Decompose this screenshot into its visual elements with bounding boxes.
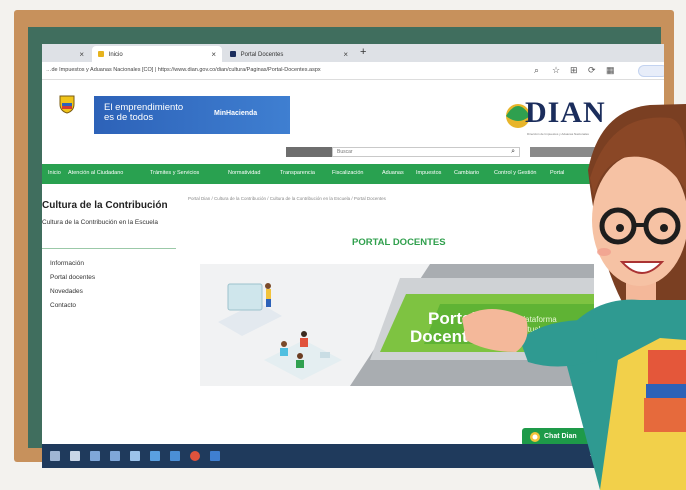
illustration-stage: × Inicio × Portal Docentes × + …de Impue… xyxy=(0,0,686,490)
government-banner[interactable]: El emprendimiento es de todos MinHaciend… xyxy=(94,96,290,134)
extension-icon[interactable]: ⊞ xyxy=(570,65,578,76)
search-icon[interactable] xyxy=(70,451,80,461)
sidebar-item-informacion[interactable]: Información xyxy=(50,260,84,267)
ministry-label: MinHacienda xyxy=(214,110,258,117)
banner-text-docentes: Docentes xyxy=(410,327,487,346)
store-icon[interactable] xyxy=(130,451,140,461)
profile-button[interactable] xyxy=(638,65,664,77)
search-icon[interactable]: ⌕ xyxy=(511,148,515,156)
close-tab-icon[interactable]: × xyxy=(343,50,348,59)
sidebar-title: Cultura de la Contribución xyxy=(42,200,168,211)
sidebar-item-contacto[interactable]: Contacto xyxy=(50,302,76,309)
favicon-icon xyxy=(98,51,104,57)
page-title: PORTAL DOCENTES xyxy=(352,237,446,248)
banner-line-2: es de todos xyxy=(104,112,154,123)
sidebar: Cultura de la Contribución Cultura de la… xyxy=(42,194,178,374)
system-tray[interactable]: ⟂ ⌃ ▭ xyxy=(590,452,605,459)
app-icon[interactable] xyxy=(210,451,220,461)
menu-icon[interactable]: ▦ xyxy=(606,65,615,76)
url-field[interactable]: …de Impuestos y Aduanas Nacionales [CO] … xyxy=(46,67,524,73)
close-tab-icon[interactable]: × xyxy=(79,50,84,59)
sidebar-item-portal-docentes[interactable]: Portal docentes xyxy=(50,274,95,281)
sidebar-subtitle[interactable]: Cultura de la Contribución en la Escuela xyxy=(42,218,172,227)
tab-label: Portal Docentes xyxy=(240,52,284,58)
coat-of-arms-icon xyxy=(59,95,75,114)
tab-inicio[interactable]: Inicio × xyxy=(92,46,222,62)
chrome-icon[interactable] xyxy=(190,451,200,461)
close-tab-icon[interactable]: × xyxy=(211,50,216,59)
sidebar-item-novedades[interactable]: Novedades xyxy=(50,288,83,295)
banner-text-portal: Portal xyxy=(428,309,476,328)
chat-icon xyxy=(530,432,540,442)
nav-item-normatividad[interactable]: Normatividad xyxy=(228,170,260,176)
nav-item-transparencia[interactable]: Transparencia xyxy=(280,170,315,176)
nav-item-portal[interactable]: Portal xyxy=(550,170,564,176)
site-search-input[interactable]: Buscar ⌕ xyxy=(332,147,520,157)
dian-logo-text: DIAN xyxy=(525,96,606,129)
tab-previous[interactable]: × xyxy=(42,46,90,62)
start-icon[interactable] xyxy=(50,451,60,461)
nav-item-fiscalizacion[interactable]: Fiscalización xyxy=(332,170,363,176)
nav-item-inicio[interactable]: Inicio xyxy=(48,170,61,176)
search-icon[interactable]: ⌕ xyxy=(534,65,539,76)
breadcrumb[interactable]: Portal Dian / Cultura de la Contribución… xyxy=(188,196,558,201)
dian-logo-subtext: Dirección de Impuestos y Aduanas Naciona… xyxy=(527,132,589,136)
windows-taskbar: ⟂ ⌃ ▭ xyxy=(42,444,664,468)
mail-icon[interactable] xyxy=(150,451,160,461)
plus-icon[interactable]: + xyxy=(360,46,366,58)
banner-text-plataforma: Plataforma xyxy=(518,315,557,324)
edge-icon[interactable] xyxy=(170,451,180,461)
search-placeholder: Buscar xyxy=(337,149,353,155)
star-icon[interactable]: ☆ xyxy=(552,65,560,76)
address-bar[interactable]: …de Impuestos y Aduanas Nacionales [CO] … xyxy=(42,62,664,80)
sidebar-divider xyxy=(42,248,176,249)
chat-label: Chat Dian xyxy=(544,433,577,440)
nav-item-impuestos[interactable]: Impuestos xyxy=(416,170,441,176)
browser-window: × Inicio × Portal Docentes × + …de Impue… xyxy=(42,44,664,468)
task-view-icon[interactable] xyxy=(90,451,100,461)
nav-item-tramites[interactable]: Trámites y Servicios xyxy=(150,170,199,176)
main-navigation: Inicio Atención al Ciudadano Trámites y … xyxy=(42,164,664,184)
file-explorer-icon[interactable] xyxy=(110,451,120,461)
portal-docentes-banner[interactable]: Portal Docentes Plataforma Virtual xyxy=(200,264,594,386)
nav-item-atencion[interactable]: Atención al Ciudadano xyxy=(68,170,123,176)
accessibility-tools[interactable] xyxy=(530,147,664,157)
favicon-icon xyxy=(230,51,236,57)
tab-portal-docentes[interactable]: Portal Docentes × xyxy=(224,46,354,62)
site-header: El emprendimiento es de todos MinHaciend… xyxy=(42,80,664,144)
nav-item-aduanas[interactable]: Aduanas xyxy=(382,170,404,176)
tab-bar: × Inicio × Portal Docentes × + xyxy=(42,44,664,62)
nav-item-control[interactable]: Control y Gestión xyxy=(494,170,537,176)
tab-label: Inicio xyxy=(108,52,123,58)
banner-text-virtual: Virtual xyxy=(518,325,541,334)
nav-item-cambiario[interactable]: Cambiario xyxy=(454,170,479,176)
sync-icon[interactable]: ⟳ xyxy=(588,65,596,76)
